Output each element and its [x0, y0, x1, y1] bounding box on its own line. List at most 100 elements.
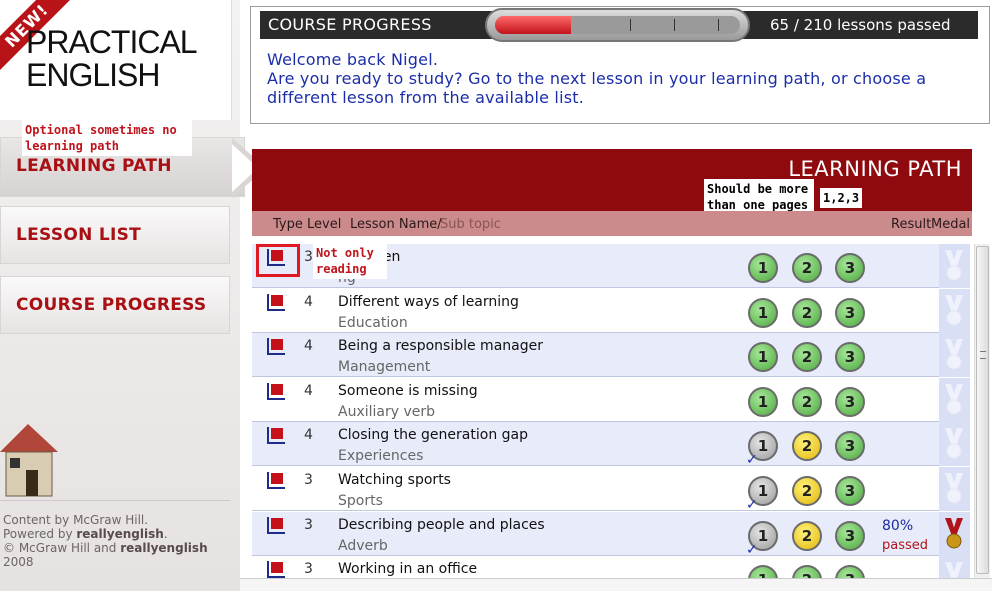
lesson-row[interactable]: 4 Closing the generation gap Experiences 1 ✓…: [252, 422, 970, 468]
stage-2-button[interactable]: 2: [792, 386, 822, 417]
medal-cell: [939, 377, 970, 422]
stage-2-button[interactable]: 2: [792, 431, 822, 462]
medal-cell: [939, 511, 970, 556]
stage-3-button[interactable]: 3: [835, 297, 865, 328]
lesson-subtopic: Management: [338, 359, 431, 376]
stage-2-button[interactable]: 2: [792, 520, 822, 551]
stage-1-button[interactable]: 1: [748, 297, 778, 328]
annotation-learning-path: Optional sometimes no learning path: [22, 120, 192, 156]
footer-copyright-prefix: © McGraw Hill and: [3, 541, 121, 555]
stage-3-button[interactable]: 3: [835, 431, 865, 462]
progress-tick: [629, 19, 631, 31]
footer-copyright-brand: reallyenglish: [120, 541, 208, 555]
progress-tick: [717, 19, 719, 31]
lessons-passed-count: 65 / 210 lessons passed: [770, 16, 951, 34]
lesson-row[interactable]: 3 Watching sports Sports 1 ✓ 2 3: [252, 467, 970, 513]
col-type[interactable]: Type: [273, 217, 303, 232]
stage-1-button[interactable]: 1: [748, 253, 778, 283]
col-result[interactable]: Result: [891, 217, 931, 232]
lesson-name[interactable]: Working in an office: [338, 561, 477, 577]
stage-1-button[interactable]: 1 ✓: [746, 431, 778, 468]
course-progress-title: COURSE PROGRESS: [268, 15, 432, 34]
stage-3-button[interactable]: 3: [835, 253, 865, 283]
lesson-type-icon: [267, 561, 285, 578]
lesson-row[interactable]: 3Working in an office123: [252, 556, 970, 578]
home-icon[interactable]: [0, 422, 60, 498]
lesson-type-icon: [267, 472, 285, 489]
stage-1-button[interactable]: 1: [748, 342, 778, 373]
scrollbar[interactable]: [974, 244, 990, 578]
lesson-type-icon: [267, 382, 285, 400]
medal-cell: [939, 422, 970, 467]
footer: Content by McGraw Hill. Powered by reall…: [3, 513, 208, 569]
col-level[interactable]: Level: [307, 217, 341, 232]
lesson-level: 4: [304, 427, 313, 444]
lesson-row[interactable]: 4 Being a responsible manager Management 1 2…: [252, 333, 970, 378]
stage-3-button[interactable]: 3: [835, 520, 865, 551]
lesson-name[interactable]: Watching sports: [338, 472, 451, 488]
bottom-edge: [240, 578, 992, 591]
lesson-level: 4: [304, 382, 313, 399]
stage-2-button[interactable]: 2: [792, 565, 822, 578]
nav-course-progress[interactable]: COURSE PROGRESS: [0, 276, 230, 334]
medal-cell: [939, 467, 970, 511]
scroll-thumb[interactable]: [976, 246, 989, 574]
progress-fill: [495, 16, 571, 34]
col-lesson-name[interactable]: Lesson Name/: [350, 217, 442, 232]
lesson-list: 3a gardenng1234Different ways of learnin…: [252, 244, 970, 578]
stage-2-button[interactable]: 2: [792, 342, 822, 373]
annotation-not-only: Not only reading: [313, 243, 387, 279]
lesson-subtopic: Experiences: [338, 448, 424, 465]
annotation-highlight-box: [256, 244, 300, 277]
medal-icon: [945, 517, 963, 549]
lesson-level: 4: [304, 293, 313, 310]
learning-path-title: LEARNING PATH: [788, 157, 962, 181]
footer-brand: reallyenglish: [76, 527, 164, 541]
col-subtopic[interactable]: Sub topic: [440, 217, 501, 232]
lesson-type-icon: [267, 427, 285, 445]
course-progress-header: COURSE PROGRESS 65 / 210 lessons passed: [260, 8, 978, 42]
lesson-level: 3: [304, 516, 313, 533]
lesson-result: 80% passed: [882, 517, 928, 555]
lesson-name[interactable]: Closing the generation gap: [338, 427, 528, 443]
lesson-row[interactable]: 3 Describing people and places Adverb 1 ✓ 2 3 8…: [252, 511, 970, 558]
stage-3-button[interactable]: 3: [835, 565, 865, 578]
nav-lesson-list[interactable]: LESSON LIST: [0, 206, 230, 264]
lesson-subtopic: Sports: [338, 493, 383, 509]
medal-cell: [939, 556, 970, 578]
medal-placeholder-icon: [945, 250, 963, 281]
stage-1-button[interactable]: 1 ✓: [746, 520, 778, 558]
stage-1-button[interactable]: 1: [748, 565, 778, 578]
stage-1-button[interactable]: 1: [748, 386, 778, 417]
progress-tick: [673, 19, 675, 31]
annotation-pages: Should be more than one pages: [704, 179, 814, 215]
medal-placeholder-icon: [945, 383, 963, 415]
stage-2-button[interactable]: 2: [792, 253, 822, 283]
footer-powered: Powered by reallyenglish.: [3, 527, 208, 541]
lesson-level: 3: [304, 249, 313, 265]
stage-3-button[interactable]: 3: [835, 476, 865, 506]
logo-text: PRACTICAL ENGLISH: [26, 26, 198, 92]
footer-powered-suffix: .: [163, 527, 168, 541]
stage-2-button[interactable]: 2: [792, 297, 822, 328]
progress-bar: [485, 8, 750, 42]
lesson-type-icon: [267, 516, 285, 534]
medal-placeholder-icon: [945, 562, 963, 578]
stage-3-button[interactable]: 3: [835, 386, 865, 417]
lesson-name[interactable]: Someone is missing: [338, 383, 478, 399]
stage-1-button[interactable]: 1 ✓: [746, 476, 778, 513]
stage-2-button[interactable]: 2: [792, 476, 822, 506]
medal-placeholder-icon: [945, 339, 963, 370]
lesson-name[interactable]: Different ways of learning: [338, 294, 519, 310]
lesson-row[interactable]: 4 Different ways of learning Education 1 2 3: [252, 288, 970, 333]
lesson-name[interactable]: Being a responsible manager: [338, 338, 543, 354]
col-medal[interactable]: Medal: [931, 217, 970, 232]
result-score: 80%: [882, 517, 914, 534]
lesson-row[interactable]: 4 Someone is missing Auxiliary verb 1 2 3: [252, 377, 970, 422]
lesson-name[interactable]: Describing people and places: [338, 517, 545, 533]
medal-cell: [939, 244, 970, 288]
medal-cell: [939, 333, 970, 378]
stage-3-button[interactable]: 3: [835, 342, 865, 373]
footer-year: 2008: [3, 555, 34, 569]
lesson-subtopic: Auxiliary verb: [338, 403, 436, 420]
